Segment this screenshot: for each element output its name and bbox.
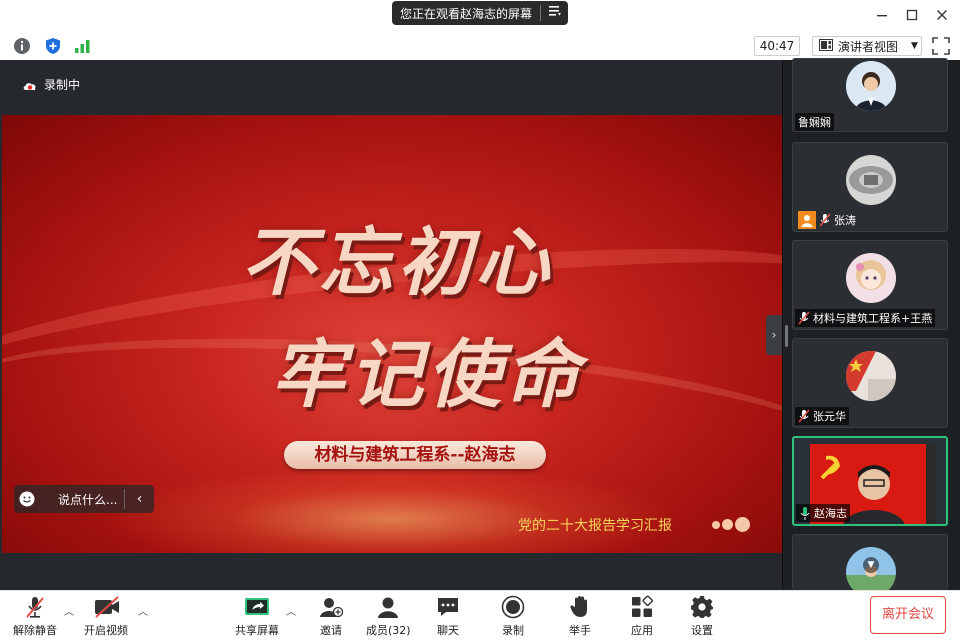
signal-icon[interactable]	[74, 37, 92, 55]
invite-button[interactable]: 邀请	[318, 595, 344, 639]
hand-icon	[567, 595, 593, 619]
avatar	[846, 351, 896, 401]
info-icon[interactable]	[13, 37, 31, 55]
video-off-icon	[93, 595, 119, 619]
mic-off-icon	[22, 595, 48, 619]
meeting-timer: 40:47	[754, 36, 800, 56]
avatar	[846, 253, 896, 303]
participant-name-text: 张元华	[813, 410, 846, 423]
slide-glow	[102, 465, 682, 553]
members-button[interactable]: 成员(32)	[366, 595, 411, 639]
shared-screen-stage: 录制中 不忘初心 牢记使命 材料与建筑工程系--赵海志 党的二十大报告学习汇报 …	[0, 60, 782, 590]
chevron-up-icon[interactable]: ︿	[138, 603, 148, 618]
chat-label: 聊天	[437, 624, 459, 637]
participant-tile[interactable]: 材料与建筑工程系+王燕	[792, 240, 948, 330]
participant-name-text: 张涛	[834, 214, 856, 227]
chevron-up-icon[interactable]: ︿	[64, 603, 74, 618]
participant-tile[interactable]: 鲁娴娴	[792, 58, 948, 132]
slide-title-line1: 不忘初心	[241, 220, 553, 306]
chevron-up-icon[interactable]: ︿	[286, 603, 296, 618]
slide-subtitle: 党的二十大报告学习汇报	[518, 518, 672, 534]
participant-tile[interactable]: ▼	[792, 534, 948, 590]
minimize-icon[interactable]	[869, 4, 895, 26]
slide-dots-decoration	[712, 517, 750, 532]
mic-muted-icon	[798, 311, 810, 325]
share-screen-icon	[244, 595, 270, 619]
mic-active-icon	[799, 506, 811, 520]
settings-button[interactable]: 设置	[689, 595, 715, 639]
unmute-button[interactable]: 解除静音	[13, 595, 57, 639]
recording-indicator: 录制中	[22, 76, 80, 93]
speaker-view-icon	[819, 38, 833, 54]
participant-tile[interactable]: 张涛	[792, 142, 948, 232]
members-icon	[375, 595, 401, 619]
record-button[interactable]: 录制	[500, 595, 526, 639]
start-video-button[interactable]: 开启视频	[84, 595, 128, 639]
mic-muted-icon	[798, 409, 810, 423]
participant-name-text: 赵海志	[814, 507, 847, 520]
participant-name-text: 材料与建筑工程系+王燕	[813, 312, 933, 325]
user-placeholder-icon	[798, 211, 816, 229]
add-user-icon	[318, 595, 344, 619]
settings-label: 设置	[691, 624, 713, 637]
avatar	[846, 61, 896, 111]
participant-tile[interactable]: 张元华	[792, 338, 948, 428]
invite-label: 邀请	[320, 624, 342, 637]
record-icon	[500, 595, 526, 619]
chevron-down-icon[interactable]: ▼	[863, 557, 879, 573]
slide-title-line2: 牢记使命	[271, 332, 583, 418]
meeting-toolbar: 解除静音 ︿ 开启视频 ︿ 共享屏幕 ︿ 邀请 成员(32) 聊天 录制 举手 …	[0, 590, 960, 640]
participant-name-text: 鲁娴娴	[798, 116, 831, 129]
cloud-record-icon	[22, 80, 36, 90]
screen-share-status[interactable]: 您正在观看赵海志的屏幕	[392, 1, 568, 25]
chat-input-placeholder[interactable]: 说点什么...	[40, 491, 124, 508]
emoji-icon[interactable]	[14, 485, 40, 513]
gear-icon	[689, 595, 715, 619]
raise-hand-label: 举手	[569, 624, 591, 637]
chevron-left-icon[interactable]: ‹	[125, 491, 154, 507]
chat-button[interactable]: 聊天	[435, 595, 461, 639]
meeting-info-row: 40:47 演讲者视图 ▼	[0, 32, 960, 60]
members-label: 成员(32)	[366, 624, 411, 637]
chevron-right-icon: ›	[771, 328, 777, 342]
raise-hand-button[interactable]: 举手	[567, 595, 593, 639]
share-screen-label: 共享屏幕	[235, 624, 279, 637]
close-icon[interactable]	[929, 4, 955, 26]
view-mode-dropdown[interactable]: 演讲者视图 ▼	[812, 36, 922, 56]
share-screen-button[interactable]: 共享屏幕	[235, 595, 279, 639]
view-mode-label: 演讲者视图	[838, 39, 899, 54]
avatar	[846, 155, 896, 205]
record-label: 录制	[502, 624, 524, 637]
presenter-banner: 材料与建筑工程系--赵海志	[284, 441, 546, 469]
participant-name: 赵海志	[796, 504, 850, 522]
participant-tile-active-speaker[interactable]: 赵海志	[792, 436, 948, 526]
fullscreen-icon[interactable]	[932, 37, 950, 55]
maximize-icon[interactable]	[899, 4, 925, 26]
participant-name: 鲁娴娴	[795, 113, 834, 131]
list-menu-icon[interactable]	[541, 5, 568, 21]
chat-icon	[435, 595, 461, 619]
mic-muted-icon	[819, 213, 831, 227]
shield-icon[interactable]	[44, 37, 62, 55]
participant-name: 张涛	[795, 211, 859, 229]
apps-label: 应用	[631, 624, 653, 637]
unmute-label: 解除静音	[13, 624, 57, 637]
apps-icon	[629, 595, 655, 619]
share-status-text: 您正在观看赵海志的屏幕	[400, 6, 533, 21]
recording-label: 录制中	[44, 78, 81, 92]
chevron-down-icon: ▼	[911, 41, 918, 51]
leave-meeting-button[interactable]: 离开会议	[870, 596, 946, 634]
apps-button[interactable]: 应用	[629, 595, 655, 639]
sidebar-collapse-toggle[interactable]: ›	[766, 315, 782, 355]
title-bar: 您正在观看赵海志的屏幕	[0, 0, 960, 32]
participant-name: 张元华	[795, 407, 849, 425]
quick-chat-box[interactable]: 说点什么... ‹	[14, 485, 154, 513]
sidebar-scrollbar[interactable]	[784, 60, 790, 590]
participant-name: 材料与建筑工程系+王燕	[795, 309, 936, 327]
start-video-label: 开启视频	[84, 624, 128, 637]
